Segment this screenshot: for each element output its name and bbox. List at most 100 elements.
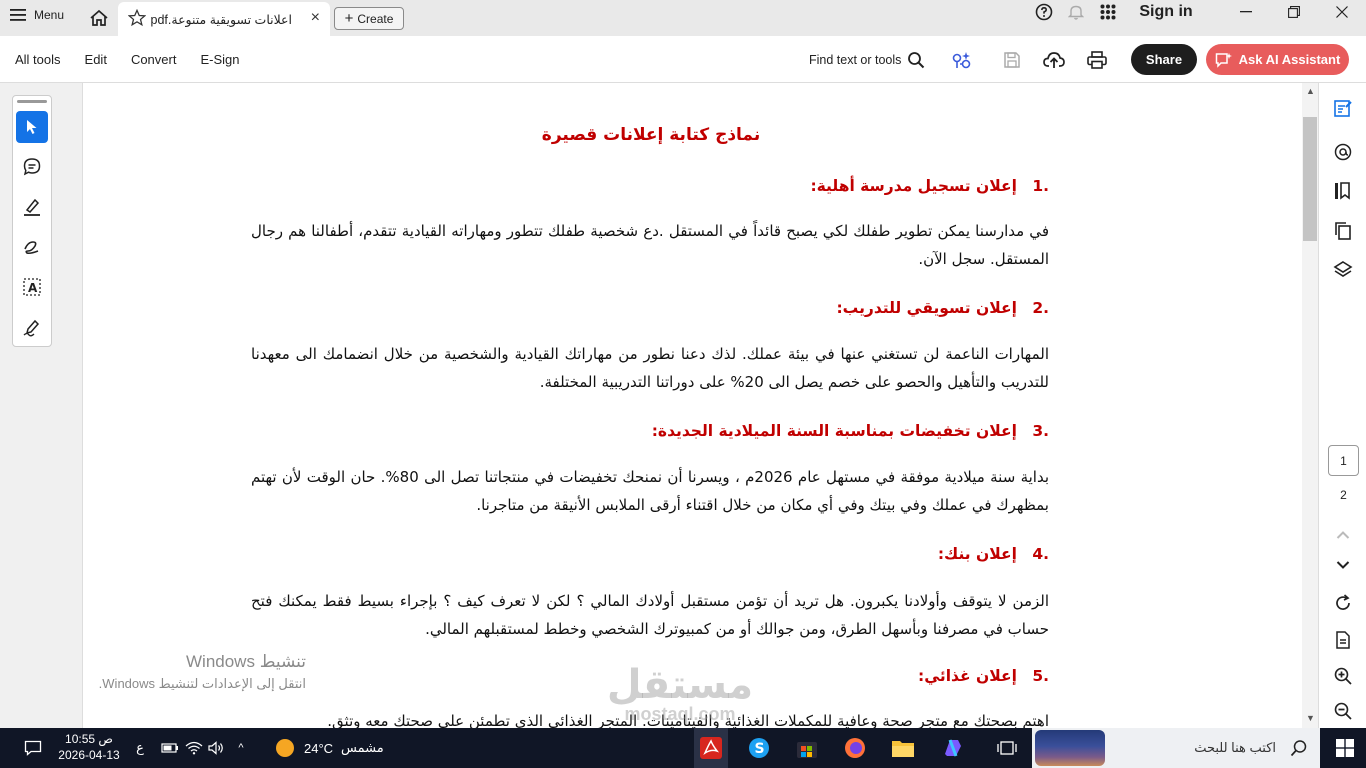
quick-tools-panel: A: [12, 95, 52, 347]
scrollbar-thumb[interactable]: [1303, 117, 1317, 241]
document-title: نماذج كتابة إعلانات قصيرة: [541, 125, 761, 145]
windows-taskbar: ص 10:55 2026-04-13 ع ^ 24°C مشمس S اكتب: [0, 728, 1366, 768]
show-hidden-icons[interactable]: ^: [232, 728, 250, 768]
plus-icon: +: [344, 9, 354, 27]
right-rail: 1 2: [1318, 83, 1366, 728]
find-text-or-tools[interactable]: Find text or tools: [809, 51, 925, 69]
weather-widget[interactable]: 24°C مشمس: [274, 728, 394, 768]
minimize-icon: [1240, 11, 1252, 13]
document-tab[interactable]: اعلانات تسويقية متنوعة.pdf ×: [118, 2, 330, 36]
notifications-button[interactable]: [1066, 0, 1086, 24]
taskbar-store[interactable]: [790, 728, 824, 768]
clock[interactable]: ص 10:55 2026-04-13: [56, 731, 122, 765]
sign-in-button[interactable]: Sign in: [1136, 0, 1196, 24]
create-button[interactable]: + Create: [334, 7, 404, 30]
section-heading-text: إعلان تخفيضات بمناسبة السنة الميلادية ال…: [651, 422, 1017, 440]
edit-pdf-button[interactable]: [1331, 96, 1355, 120]
section-heading-text: إعلان تسويقي للتدريب:: [836, 299, 1017, 317]
scroll-up-arrow[interactable]: ▲: [1306, 86, 1315, 96]
share-button[interactable]: Share: [1131, 44, 1197, 75]
fill-sign-tool[interactable]: [16, 311, 48, 343]
search-placeholder: اكتب هنا للبحث: [1194, 740, 1276, 755]
speaker-icon: [208, 741, 223, 755]
select-tool[interactable]: [16, 111, 48, 143]
bookmarks-button[interactable]: [1331, 179, 1355, 203]
taskbar-firefox[interactable]: [838, 728, 872, 768]
network-button[interactable]: [184, 728, 204, 768]
battery-button[interactable]: [160, 728, 180, 768]
section-heading: .4 إعلان بنك:: [938, 545, 1049, 563]
scroll-down-arrow[interactable]: ▼: [1306, 713, 1315, 723]
total-pages: 2: [1340, 488, 1347, 502]
document-scrollbar[interactable]: ▲ ▼: [1302, 83, 1318, 728]
nav-edit[interactable]: Edit: [85, 52, 107, 67]
section-number: .3: [1032, 422, 1049, 440]
current-page-indicator[interactable]: 1: [1328, 445, 1359, 476]
copilot-icon: [945, 739, 961, 757]
rotate-button[interactable]: [1331, 591, 1355, 615]
zoom-out-button[interactable]: [1331, 699, 1355, 723]
taskbar-search[interactable]: اكتب هنا للبحث: [1032, 728, 1320, 768]
zoom-in-button[interactable]: [1331, 664, 1355, 688]
main-toolbar: All tools Edit Convert E-Sign Find text …: [0, 36, 1366, 83]
tab-close-button[interactable]: ×: [311, 10, 320, 26]
sun-icon: [276, 739, 294, 757]
apps-button[interactable]: [1098, 0, 1118, 24]
text-box-tool[interactable]: A: [16, 271, 48, 303]
task-view-icon: [997, 741, 1017, 755]
volume-button[interactable]: [206, 728, 228, 768]
chevron-up-icon: [1336, 531, 1350, 539]
document-viewport[interactable]: نماذج كتابة إعلانات قصيرة .1 إعلان تسجيل…: [82, 83, 1302, 728]
nav-convert[interactable]: Convert: [131, 52, 177, 67]
nav-e-sign[interactable]: E-Sign: [200, 52, 239, 67]
minimize-button[interactable]: [1236, 0, 1256, 24]
restore-icon: [1288, 6, 1300, 18]
draw-tool[interactable]: [16, 231, 48, 263]
save-button[interactable]: [1000, 48, 1024, 72]
comment-tool[interactable]: [16, 151, 48, 183]
section-number: .4: [1032, 545, 1049, 563]
pages-button[interactable]: [1331, 219, 1355, 243]
print-button[interactable]: [1085, 48, 1109, 72]
highlight-tool[interactable]: [16, 191, 48, 223]
help-button[interactable]: [1034, 0, 1054, 24]
menu-label: Menu: [34, 8, 65, 22]
ask-ai-assistant-button[interactable]: Ask AI Assistant: [1206, 44, 1349, 75]
taskbar-skype[interactable]: S: [742, 728, 776, 768]
zoom-in-icon: [1334, 667, 1352, 685]
taskbar-acrobat[interactable]: [694, 728, 728, 768]
panel-grip[interactable]: [17, 100, 47, 103]
battery-icon: [161, 743, 178, 753]
tab-title: اعلانات تسويقية متنوعة.pdf: [150, 13, 292, 27]
upload-button[interactable]: [1042, 48, 1066, 72]
task-view-button[interactable]: [994, 728, 1020, 768]
skype-icon: S: [749, 738, 769, 758]
start-button[interactable]: [1330, 728, 1360, 768]
cursor-icon: [27, 120, 37, 134]
taskbar-file-explorer[interactable]: [886, 728, 920, 768]
bell-icon: [1068, 5, 1084, 20]
page-fit-button[interactable]: [1331, 628, 1355, 652]
restore-button[interactable]: [1284, 0, 1304, 24]
input-language[interactable]: ع: [132, 728, 148, 768]
comments-button[interactable]: [1331, 140, 1355, 164]
previous-page-button[interactable]: [1331, 523, 1355, 547]
brand-arabic: مستقل: [606, 663, 754, 707]
left-tools-rail: A: [0, 83, 82, 728]
nav-all-tools[interactable]: All tools: [15, 52, 61, 67]
close-window-button[interactable]: [1332, 0, 1352, 24]
ask-ai-label: Ask AI Assistant: [1238, 52, 1341, 67]
comment-at-icon: [1334, 143, 1352, 161]
notification-center-button[interactable]: [20, 728, 46, 768]
next-page-button[interactable]: [1331, 553, 1355, 577]
section-number: .2: [1032, 299, 1049, 317]
menu-button[interactable]: Menu: [10, 8, 64, 22]
activation-subtitle: انتقل إلى الإعدادات لتنشيط Windows.: [98, 676, 306, 691]
star-icon[interactable]: [128, 9, 146, 27]
taskbar-copilot[interactable]: [936, 728, 970, 768]
layers-button[interactable]: [1331, 258, 1355, 282]
title-bar: Menu اعلانات تسويقية متنوعة.pdf × + Crea…: [0, 0, 1366, 36]
weather-desc: مشمس: [341, 740, 384, 755]
home-button[interactable]: [86, 6, 112, 30]
ai-tools-button[interactable]: [950, 48, 974, 72]
